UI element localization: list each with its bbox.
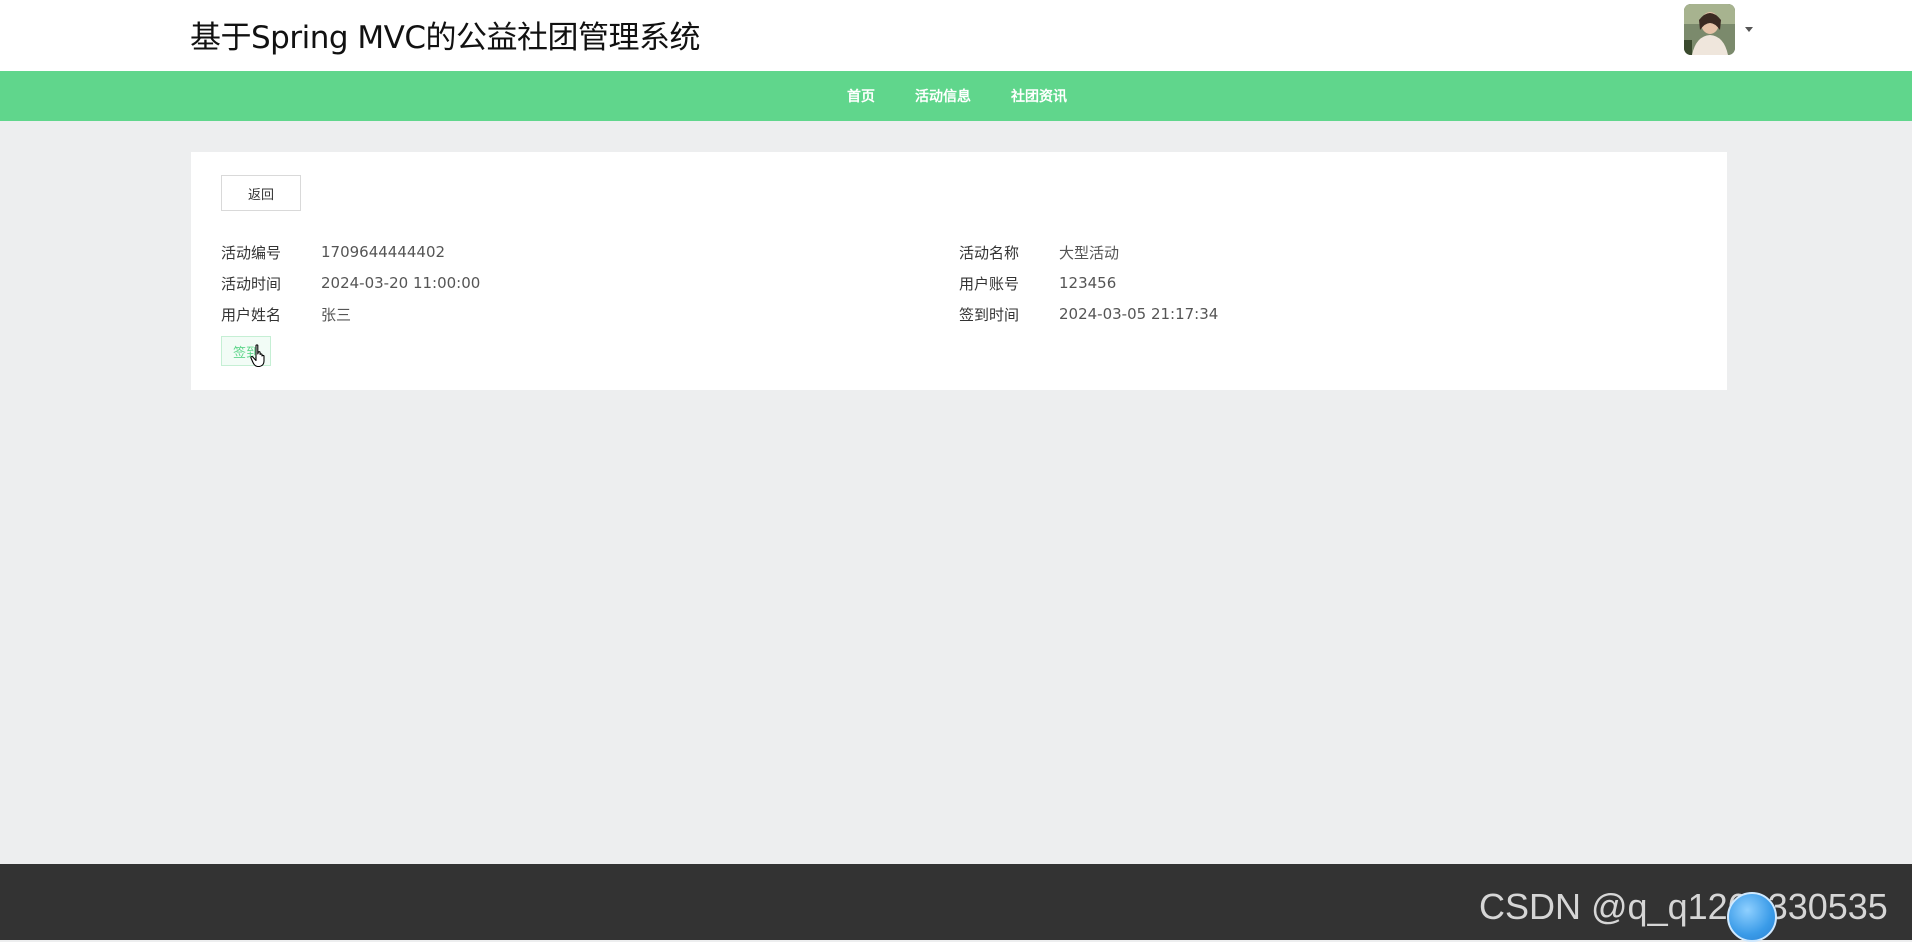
header: 基于Spring MVC的公益社团管理系统 — [0, 0, 1912, 71]
nav-item-activity-info[interactable]: 活动信息 — [915, 86, 971, 106]
field-user-account: 用户账号 123456 — [959, 272, 1116, 294]
field-label: 用户账号 — [959, 274, 1020, 293]
user-avatar[interactable] — [1684, 3, 1735, 55]
field-activity-name: 活动名称 大型活动 — [959, 241, 1119, 263]
activity-detail-card: 返回 活动编号 1709644444402 活动名称 大型活动 活动时间 202… — [191, 152, 1727, 390]
nav-item-home[interactable]: 首页 — [847, 86, 875, 106]
site-title: 基于Spring MVC的公益社团管理系统 — [190, 20, 701, 56]
chevron-down-icon[interactable] — [1745, 26, 1753, 32]
nav-list: 首页 活动信息 社团资讯 — [847, 71, 1107, 121]
field-value: 2024-03-05 21:17:34 — [1059, 305, 1219, 323]
field-value: 张三 — [321, 305, 352, 324]
field-value: 大型活动 — [1059, 243, 1120, 262]
field-label: 活动时间 — [221, 274, 282, 293]
avatar-photo-icon — [1684, 3, 1735, 55]
field-label: 活动名称 — [959, 243, 1020, 262]
field-activity-no: 活动编号 1709644444402 — [221, 241, 445, 263]
field-activity-time: 活动时间 2024-03-20 11:00:00 — [221, 272, 480, 294]
navbar: 首页 活动信息 社团资讯 — [0, 71, 1912, 121]
field-sign-time: 签到时间 2024-03-05 21:17:34 — [959, 303, 1218, 325]
field-label: 活动编号 — [221, 243, 282, 262]
watermark-text: CSDN @q_q1262330535 — [1479, 886, 1888, 927]
field-value: 123456 — [1059, 274, 1117, 292]
floating-assistant-icon[interactable] — [1727, 892, 1777, 942]
nav-item-club-news[interactable]: 社团资讯 — [1011, 86, 1067, 106]
field-label: 签到时间 — [959, 305, 1020, 324]
hand-pointer-cursor-icon — [250, 344, 265, 368]
field-label: 用户姓名 — [221, 305, 282, 324]
field-user-name: 用户姓名 张三 — [221, 303, 351, 325]
back-button[interactable]: 返回 — [221, 175, 301, 211]
field-value: 2024-03-20 11:00:00 — [321, 274, 481, 292]
user-menu[interactable] — [1684, 3, 1753, 55]
field-value: 1709644444402 — [321, 243, 446, 261]
